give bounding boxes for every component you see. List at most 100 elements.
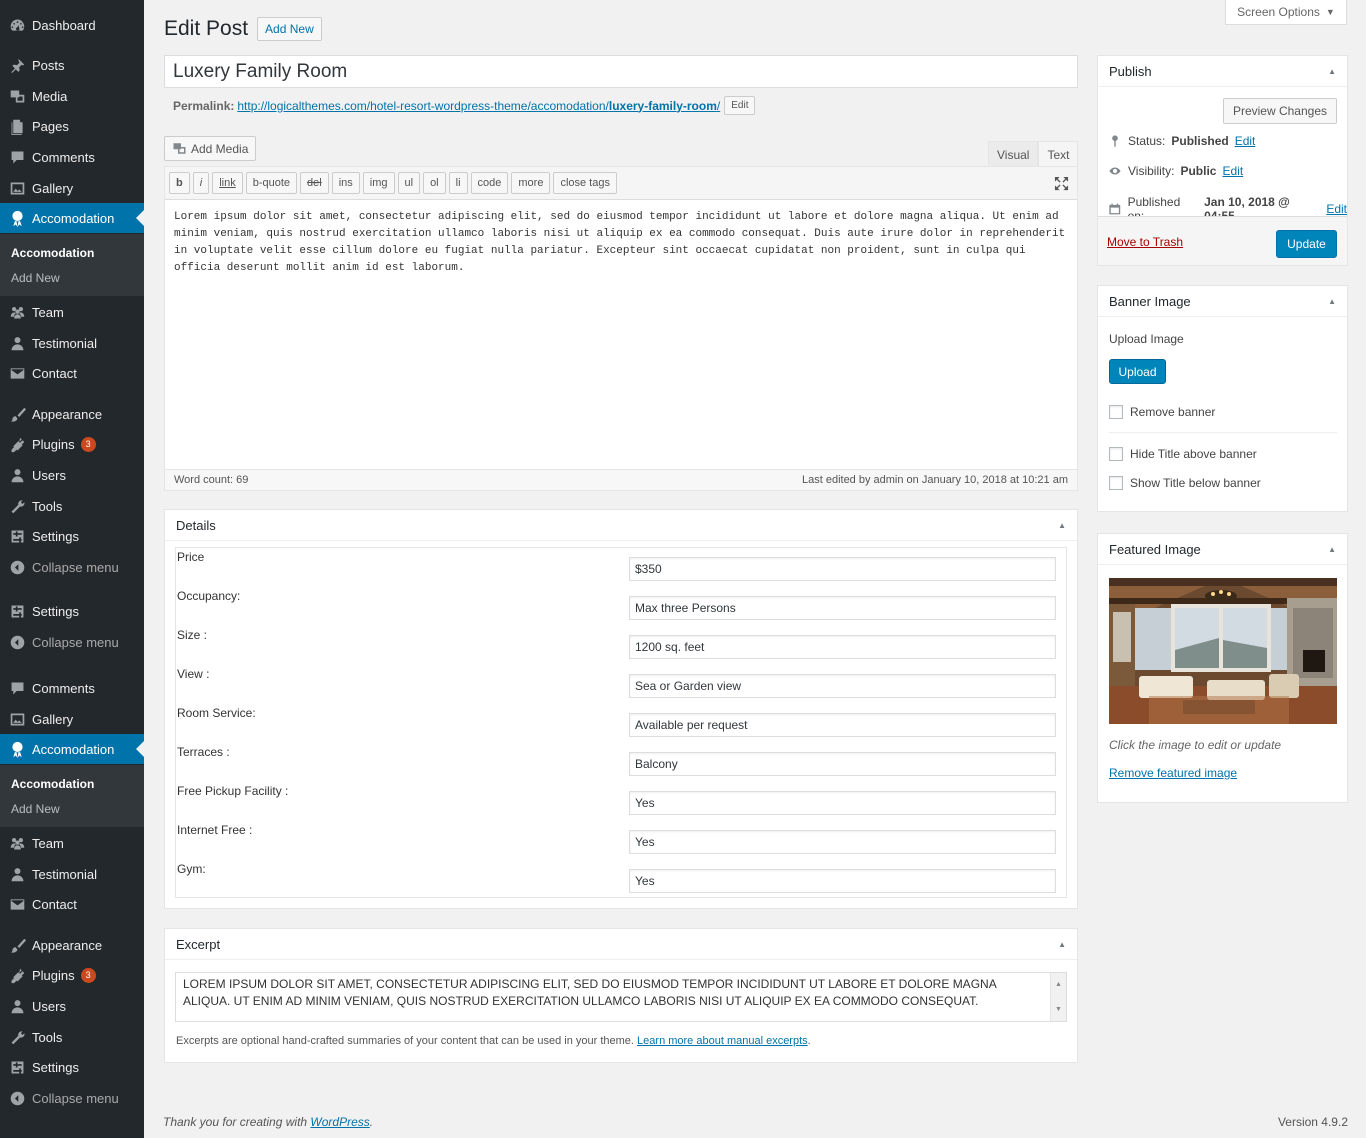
details-row: Free Pickup Facility : Yes — [176, 782, 1066, 821]
remove-banner-checkbox[interactable] — [1109, 405, 1123, 419]
qt-italic-button[interactable]: i — [192, 172, 210, 194]
qt-ins-button[interactable]: ins — [331, 172, 360, 194]
collapse-menu-button[interactable]: Collapse menu — [0, 1083, 144, 1113]
menu-gallery[interactable]: Gallery — [0, 704, 144, 734]
upload-button[interactable]: Upload — [1109, 359, 1166, 384]
excerpt-header[interactable]: Excerpt ▲ — [165, 929, 1077, 960]
collapse-arrow-icon[interactable]: ▲ — [1058, 940, 1066, 949]
collapse-arrow-icon[interactable]: ▲ — [1328, 297, 1336, 306]
size-input[interactable]: 1200 sq. feet — [629, 635, 1056, 659]
submenu-item-accomodation[interactable]: Accomodation — [0, 771, 144, 796]
menu-tools[interactable]: Tools — [0, 1022, 144, 1052]
update-button[interactable]: Update — [1276, 230, 1337, 258]
menu-pages[interactable]: Pages — [0, 111, 144, 141]
add-new-button[interactable]: Add New — [257, 17, 322, 41]
submenu-item-add-new[interactable]: Add New — [0, 265, 144, 290]
menu-plugins[interactable]: Plugins 3 — [0, 429, 144, 459]
menu-team[interactable]: Team — [0, 297, 144, 327]
menu-settings[interactable]: Settings — [0, 521, 144, 551]
menu-comments[interactable]: Comments — [0, 142, 144, 172]
collapse-arrow-icon[interactable]: ▲ — [1328, 545, 1336, 554]
menu-settings[interactable]: Settings — [0, 1052, 144, 1082]
status-edit-link[interactable]: Edit — [1235, 134, 1256, 148]
terraces-input[interactable]: Balcony — [629, 752, 1056, 776]
excerpt-textarea[interactable]: LOREM IPSUM DOLOR SIT AMET, CONSECTETUR … — [175, 972, 1067, 1022]
featured-header[interactable]: Featured Image ▲ — [1098, 534, 1347, 565]
collapse-arrow-icon[interactable]: ▲ — [1058, 521, 1066, 530]
permalink-base: http://logicalthemes.com/hotel-resort-wo… — [237, 98, 609, 113]
menu-gallery[interactable]: Gallery — [0, 173, 144, 203]
collapse-arrow-icon[interactable]: ▲ — [1328, 67, 1336, 76]
room-service-input[interactable]: Available per request — [629, 713, 1056, 737]
screen-options-button[interactable]: Screen Options ▼ — [1225, 0, 1347, 25]
quicktags-toolbar: b i link b-quote del ins img ul ol li co… — [165, 167, 1077, 200]
featured-image-thumbnail[interactable] — [1109, 578, 1337, 724]
published-edit-link[interactable]: Edit — [1326, 202, 1347, 216]
qt-code-button[interactable]: code — [470, 172, 509, 194]
move-to-trash-link[interactable]: Move to Trash — [1107, 235, 1183, 249]
wordpress-link[interactable]: WordPress — [310, 1115, 369, 1129]
menu-team[interactable]: Team — [0, 828, 144, 858]
tab-text[interactable]: Text — [1038, 141, 1079, 167]
tab-visual[interactable]: Visual — [988, 141, 1039, 167]
menu-tools[interactable]: Tools — [0, 491, 144, 521]
visibility-edit-link[interactable]: Edit — [1222, 164, 1243, 178]
menu-appearance[interactable]: Appearance — [0, 930, 144, 960]
remove-featured-image-link[interactable]: Remove featured image — [1109, 766, 1237, 780]
remove-banner-label: Remove banner — [1130, 405, 1216, 419]
add-media-button[interactable]: Add Media — [164, 136, 257, 161]
menu-contact[interactable]: Contact — [0, 358, 144, 388]
submenu-item-add-new[interactable]: Add New — [0, 796, 144, 821]
menu-testimonial[interactable]: Testimonial — [0, 328, 144, 358]
details-header[interactable]: Details ▲ — [165, 510, 1077, 541]
qt-bold-button[interactable]: b — [169, 172, 190, 194]
qt-close-tags-button[interactable]: close tags — [553, 172, 617, 194]
menu-posts[interactable]: Posts — [0, 50, 144, 80]
fullscreen-icon[interactable] — [1054, 176, 1069, 191]
qt-del-button[interactable]: del — [300, 172, 329, 194]
menu-settings[interactable]: Settings — [0, 596, 144, 626]
submenu-item-accomodation[interactable]: Accomodation — [0, 240, 144, 265]
menu-users[interactable]: Users — [0, 460, 144, 490]
permalink-edit-button[interactable]: Edit — [724, 96, 756, 115]
users-icon — [0, 998, 32, 1015]
scroll-up-icon[interactable]: ▲ — [1055, 976, 1062, 993]
collapse-menu-button[interactable]: Collapse menu — [0, 627, 144, 657]
occupancy-input[interactable]: Max three Persons — [629, 596, 1056, 620]
qt-li-button[interactable]: li — [448, 172, 468, 194]
show-title-checkbox[interactable] — [1109, 476, 1123, 490]
banner-header[interactable]: Banner Image ▲ — [1098, 286, 1347, 317]
menu-users[interactable]: Users — [0, 991, 144, 1021]
menu-testimonial[interactable]: Testimonial — [0, 859, 144, 889]
qt-bquote-button[interactable]: b-quote — [245, 172, 298, 194]
menu-dashboard[interactable]: Dashboard — [0, 10, 144, 40]
menu-accomodation[interactable]: Accomodation — [0, 203, 144, 233]
preview-changes-button[interactable]: Preview Changes — [1222, 98, 1337, 124]
qt-more-button[interactable]: more — [511, 172, 551, 194]
menu-plugins[interactable]: Plugins 3 — [0, 960, 144, 990]
collapse-menu-button[interactable]: Collapse menu — [0, 552, 144, 582]
excerpt-learn-more-link[interactable]: Learn more about manual excerpts — [637, 1035, 808, 1047]
free-pickup-input[interactable]: Yes — [629, 791, 1056, 815]
qt-ol-button[interactable]: ol — [423, 172, 446, 194]
qt-img-button[interactable]: img — [362, 172, 395, 194]
permalink-link[interactable]: http://logicalthemes.com/hotel-resort-wo… — [237, 99, 720, 113]
qt-ul-button[interactable]: ul — [397, 172, 421, 194]
menu-contact[interactable]: Contact — [0, 889, 144, 919]
scroll-down-icon[interactable]: ▼ — [1055, 1001, 1062, 1018]
menu-comments[interactable]: Comments — [0, 673, 144, 703]
gym-input[interactable]: Yes — [629, 869, 1056, 893]
menu-media[interactable]: Media — [0, 81, 144, 111]
menu-accomodation[interactable]: Accomodation — [0, 734, 144, 764]
post-title-input[interactable]: Luxery Family Room — [164, 55, 1078, 88]
qt-link-button[interactable]: link — [212, 172, 243, 194]
excerpt-scrollbar[interactable]: ▲ ▼ — [1050, 973, 1066, 1021]
publish-header[interactable]: Publish ▲ — [1098, 56, 1347, 87]
admin-sidebar: Dashboard Posts Media Pages Comments Gal… — [0, 0, 144, 1138]
view-input[interactable]: Sea or Garden view — [629, 674, 1056, 698]
menu-appearance[interactable]: Appearance — [0, 399, 144, 429]
editor-textarea[interactable]: Lorem ipsum dolor sit amet, consectetur … — [165, 200, 1077, 469]
internet-free-input[interactable]: Yes — [629, 830, 1056, 854]
price-input[interactable]: $350 — [629, 557, 1056, 581]
hide-title-checkbox[interactable] — [1109, 447, 1123, 461]
